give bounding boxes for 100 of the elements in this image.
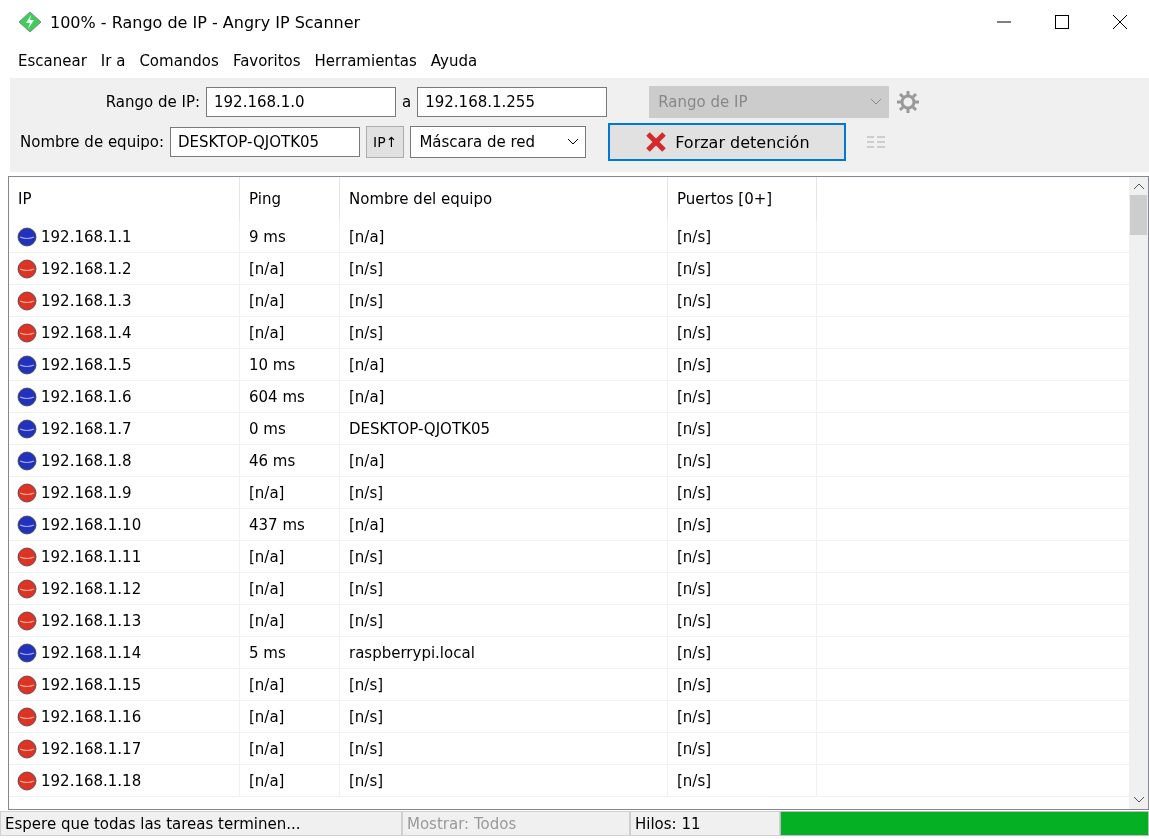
chevron-down-icon	[567, 138, 580, 146]
table-cell: [n/a]	[240, 605, 340, 636]
table-cell: [n/s]	[340, 765, 668, 796]
table-cell: [n/a]	[240, 253, 340, 284]
window-title: 100% - Rango de IP - Angry IP Scanner	[50, 12, 362, 32]
table-cell: 192.168.1.9	[41, 483, 132, 502]
table-cell: 192.168.1.17	[41, 739, 142, 758]
scroll-up-icon[interactable]	[1132, 181, 1145, 191]
table-cell: [n/a]	[340, 445, 668, 476]
menu-item[interactable]: Herramientas	[308, 50, 423, 72]
app-logo-icon	[18, 11, 42, 33]
menu-item[interactable]: Ayuda	[424, 50, 484, 72]
table-cell: [n/a]	[240, 285, 340, 316]
table-cell: [n/s]	[668, 413, 817, 444]
table-cell: 604 ms	[240, 381, 340, 412]
table-cell: [n/s]	[668, 285, 817, 316]
netmask-dropdown[interactable]: Máscara de red	[410, 126, 587, 158]
scroll-down-icon[interactable]	[1132, 795, 1145, 805]
table-cell: 192.168.1.10	[41, 515, 142, 534]
table-cell: [n/a]	[240, 669, 340, 700]
table-cell: [n/s]	[668, 477, 817, 508]
maximize-icon	[1054, 14, 1070, 30]
close-icon	[1112, 14, 1128, 30]
menu-item[interactable]: Ir a	[94, 50, 132, 72]
column-header[interactable]: Nombre del equipo	[340, 177, 668, 221]
table-cell: 192.168.1.2	[41, 259, 132, 278]
table-cell: 192.168.1.7	[41, 419, 132, 438]
table-cell: [n/s]	[668, 349, 817, 380]
table-cell: 0 ms	[240, 413, 340, 444]
table-cell: [n/s]	[340, 605, 668, 636]
table-cell: [n/s]	[668, 733, 817, 764]
table-cell: [n/s]	[340, 669, 668, 700]
table-cell: [n/s]	[668, 509, 817, 540]
table-cell: [n/s]	[340, 285, 668, 316]
table-cell: 192.168.1.12	[41, 579, 142, 598]
scrollbar[interactable]	[1129, 177, 1148, 809]
table-cell: [n/a]	[340, 349, 668, 380]
chevron-down-icon	[870, 98, 883, 106]
table-cell: 5 ms	[240, 637, 340, 668]
table-cell: [n/s]	[340, 701, 668, 732]
table-cell: 437 ms	[240, 509, 340, 540]
list-icon[interactable]	[866, 134, 887, 150]
table-cell: [n/s]	[668, 765, 817, 796]
table-cell: [n/s]	[340, 573, 668, 604]
table-cell: [n/s]	[340, 317, 668, 348]
table-cell: 192.168.1.3	[41, 291, 132, 310]
table-cell: 192.168.1.5	[41, 355, 132, 374]
range-end-field[interactable]: 192.168.1.255	[417, 87, 608, 117]
table-cell: 192.168.1.13	[41, 611, 142, 630]
table-cell: [n/a]	[240, 477, 340, 508]
table-cell: [n/a]	[340, 381, 668, 412]
table-cell: [n/s]	[668, 317, 817, 348]
table-cell: 192.168.1.11	[41, 547, 142, 566]
table-cell: [n/s]	[668, 541, 817, 572]
table-cell: 192.168.1.14	[41, 643, 142, 662]
column-header[interactable]: Ping	[240, 177, 340, 221]
table-cell: [n/a]	[340, 509, 668, 540]
table-cell: [n/a]	[240, 541, 340, 572]
table-cell: [n/s]	[340, 733, 668, 764]
table-cell: [n/s]	[668, 221, 817, 252]
table-cell: [n/s]	[668, 253, 817, 284]
range-label: Rango de IP:	[104, 93, 200, 111]
table-cell: [n/a]	[340, 221, 668, 252]
table-cell: [n/a]	[240, 573, 340, 604]
range-start-field[interactable]: 192.168.1.0	[206, 87, 396, 117]
table-cell: 192.168.1.15	[41, 675, 142, 694]
menu-item[interactable]: Comandos	[133, 50, 225, 72]
column-header[interactable]: IP	[9, 177, 240, 221]
stop-button[interactable]: Forzar detención	[608, 123, 847, 161]
table-cell: 192.168.1.18	[41, 771, 142, 790]
table-cell: [n/s]	[340, 541, 668, 572]
table-cell: [n/s]	[340, 477, 668, 508]
menu-item[interactable]: Favoritos	[226, 50, 307, 72]
scroll-thumb[interactable]	[1130, 195, 1147, 235]
ip-button[interactable]: IP↑	[366, 126, 405, 158]
table-cell: 192.168.1.4	[41, 323, 132, 342]
hostname-field[interactable]: DESKTOP-QJOTK05	[170, 127, 361, 157]
table-cell: [n/a]	[240, 765, 340, 796]
column-header[interactable]: Puertos [0+]	[668, 177, 817, 221]
table-cell: DESKTOP-QJOTK05	[340, 413, 668, 444]
table-cell: [n/s]	[668, 605, 817, 636]
hostname-label: Nombre de equipo:	[20, 133, 165, 151]
table-cell: 46 ms	[240, 445, 340, 476]
table-cell: 9 ms	[240, 221, 340, 252]
table-cell: [n/s]	[668, 669, 817, 700]
table-cell: [n/s]	[668, 445, 817, 476]
table-cell: [n/s]	[668, 701, 817, 732]
menu-item[interactable]: Escanear	[12, 50, 93, 72]
range-separator: a	[402, 93, 412, 111]
table-cell: 192.168.1.8	[41, 451, 132, 470]
status-message: Espere que todas las tareas terminen...	[0, 811, 402, 836]
settings-icon[interactable]	[895, 89, 922, 115]
thread-count: Hilos: 11	[630, 811, 780, 836]
table-cell: [n/s]	[340, 253, 668, 284]
table-cell: [n/a]	[240, 733, 340, 764]
table-cell: 192.168.1.16	[41, 707, 142, 726]
minimize-icon	[996, 21, 1012, 23]
stop-icon	[645, 131, 668, 153]
table-cell: raspberrypi.local	[340, 637, 668, 668]
table-cell: [n/a]	[240, 317, 340, 348]
